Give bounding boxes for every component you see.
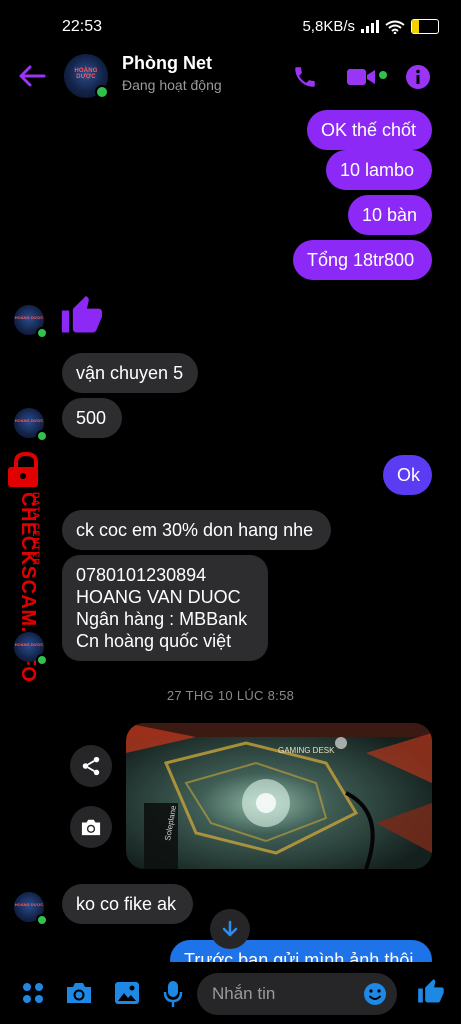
video-online-indicator [379,71,387,79]
wifi-icon [385,20,405,34]
message-in[interactable]: ko co fike ak [62,884,193,924]
message-out[interactable]: 10 bàn [348,195,432,235]
online-indicator [36,654,48,666]
arrow-down-icon [222,920,238,937]
contact-name[interactable]: Phòng Net [122,53,212,74]
apps-icon[interactable] [22,982,44,1004]
share-icon [82,756,100,776]
thumbs-up-icon[interactable] [417,978,445,1006]
message-input[interactable]: Nhắn tin [197,973,397,1015]
battery-level: 28 [419,21,431,32]
avatar-label: HOÀNG DƯỢC [74,68,98,80]
message-out[interactable]: 10 lambo [326,150,432,190]
shared-photo[interactable]: GAMING DESK Soleplane [126,723,432,869]
camera-icon[interactable] [65,981,93,1005]
message-out[interactable]: OK thế chốt [307,110,432,150]
battery-icon: 28 [411,19,439,34]
avatar-label: HOÀNG DƯỢC [14,315,44,320]
share-button[interactable] [70,745,112,787]
avatar-label: HOÀNG DƯỢC [14,642,44,647]
thumbs-up-sticker-icon[interactable] [60,294,104,338]
avatar-label: HOÀNG DƯỢC [14,418,44,423]
microphone-icon[interactable] [163,980,183,1008]
status-time: 22:53 [62,18,103,35]
watermark-small: DATA CENTER [31,492,41,566]
scroll-to-bottom-button[interactable] [210,909,250,949]
network-speed: 5,8KB/s [302,18,355,35]
avatar-label: HOÀNG DƯỢC [14,902,44,907]
phone-icon[interactable] [292,64,318,90]
composer-bar: Nhắn tin [0,962,461,1024]
back-arrow-icon[interactable] [18,64,46,88]
message-input-placeholder: Nhắn tin [212,984,276,1003]
message-in[interactable]: 0780101230894 HOANG VAN DUOC Ngân hàng :… [62,555,268,661]
online-indicator [36,914,48,926]
online-indicator [36,430,48,442]
lock-icon [8,452,38,487]
signal-icon [361,20,379,33]
desk-photo-image: GAMING DESK Soleplane [126,723,432,869]
gallery-icon[interactable] [114,981,140,1005]
info-icon[interactable] [405,64,431,90]
online-indicator [95,85,109,99]
message-in[interactable]: vận chuyen 5 [62,353,198,393]
save-photo-button[interactable] [70,806,112,848]
photo-caption: GAMING DESK [278,746,335,755]
message-in[interactable]: ck coc em 30% don hang nhe [62,510,331,550]
message-out[interactable]: Ok [383,455,432,495]
chat-header: HOÀNG DƯỢC Phòng Net Đang hoạt động [0,46,461,106]
status-right: 5,8KB/s 28 [302,18,439,35]
contact-status: Đang hoạt động [122,77,222,93]
emoji-icon[interactable] [363,982,387,1006]
message-timestamp: 27 THG 10 LÚC 8:58 [166,688,295,703]
video-camera-icon[interactable] [346,66,376,88]
camera-icon [81,819,101,836]
message-in[interactable]: 500 [62,398,122,438]
message-out[interactable]: Tổng 18tr800 [293,240,432,280]
online-indicator [36,327,48,339]
